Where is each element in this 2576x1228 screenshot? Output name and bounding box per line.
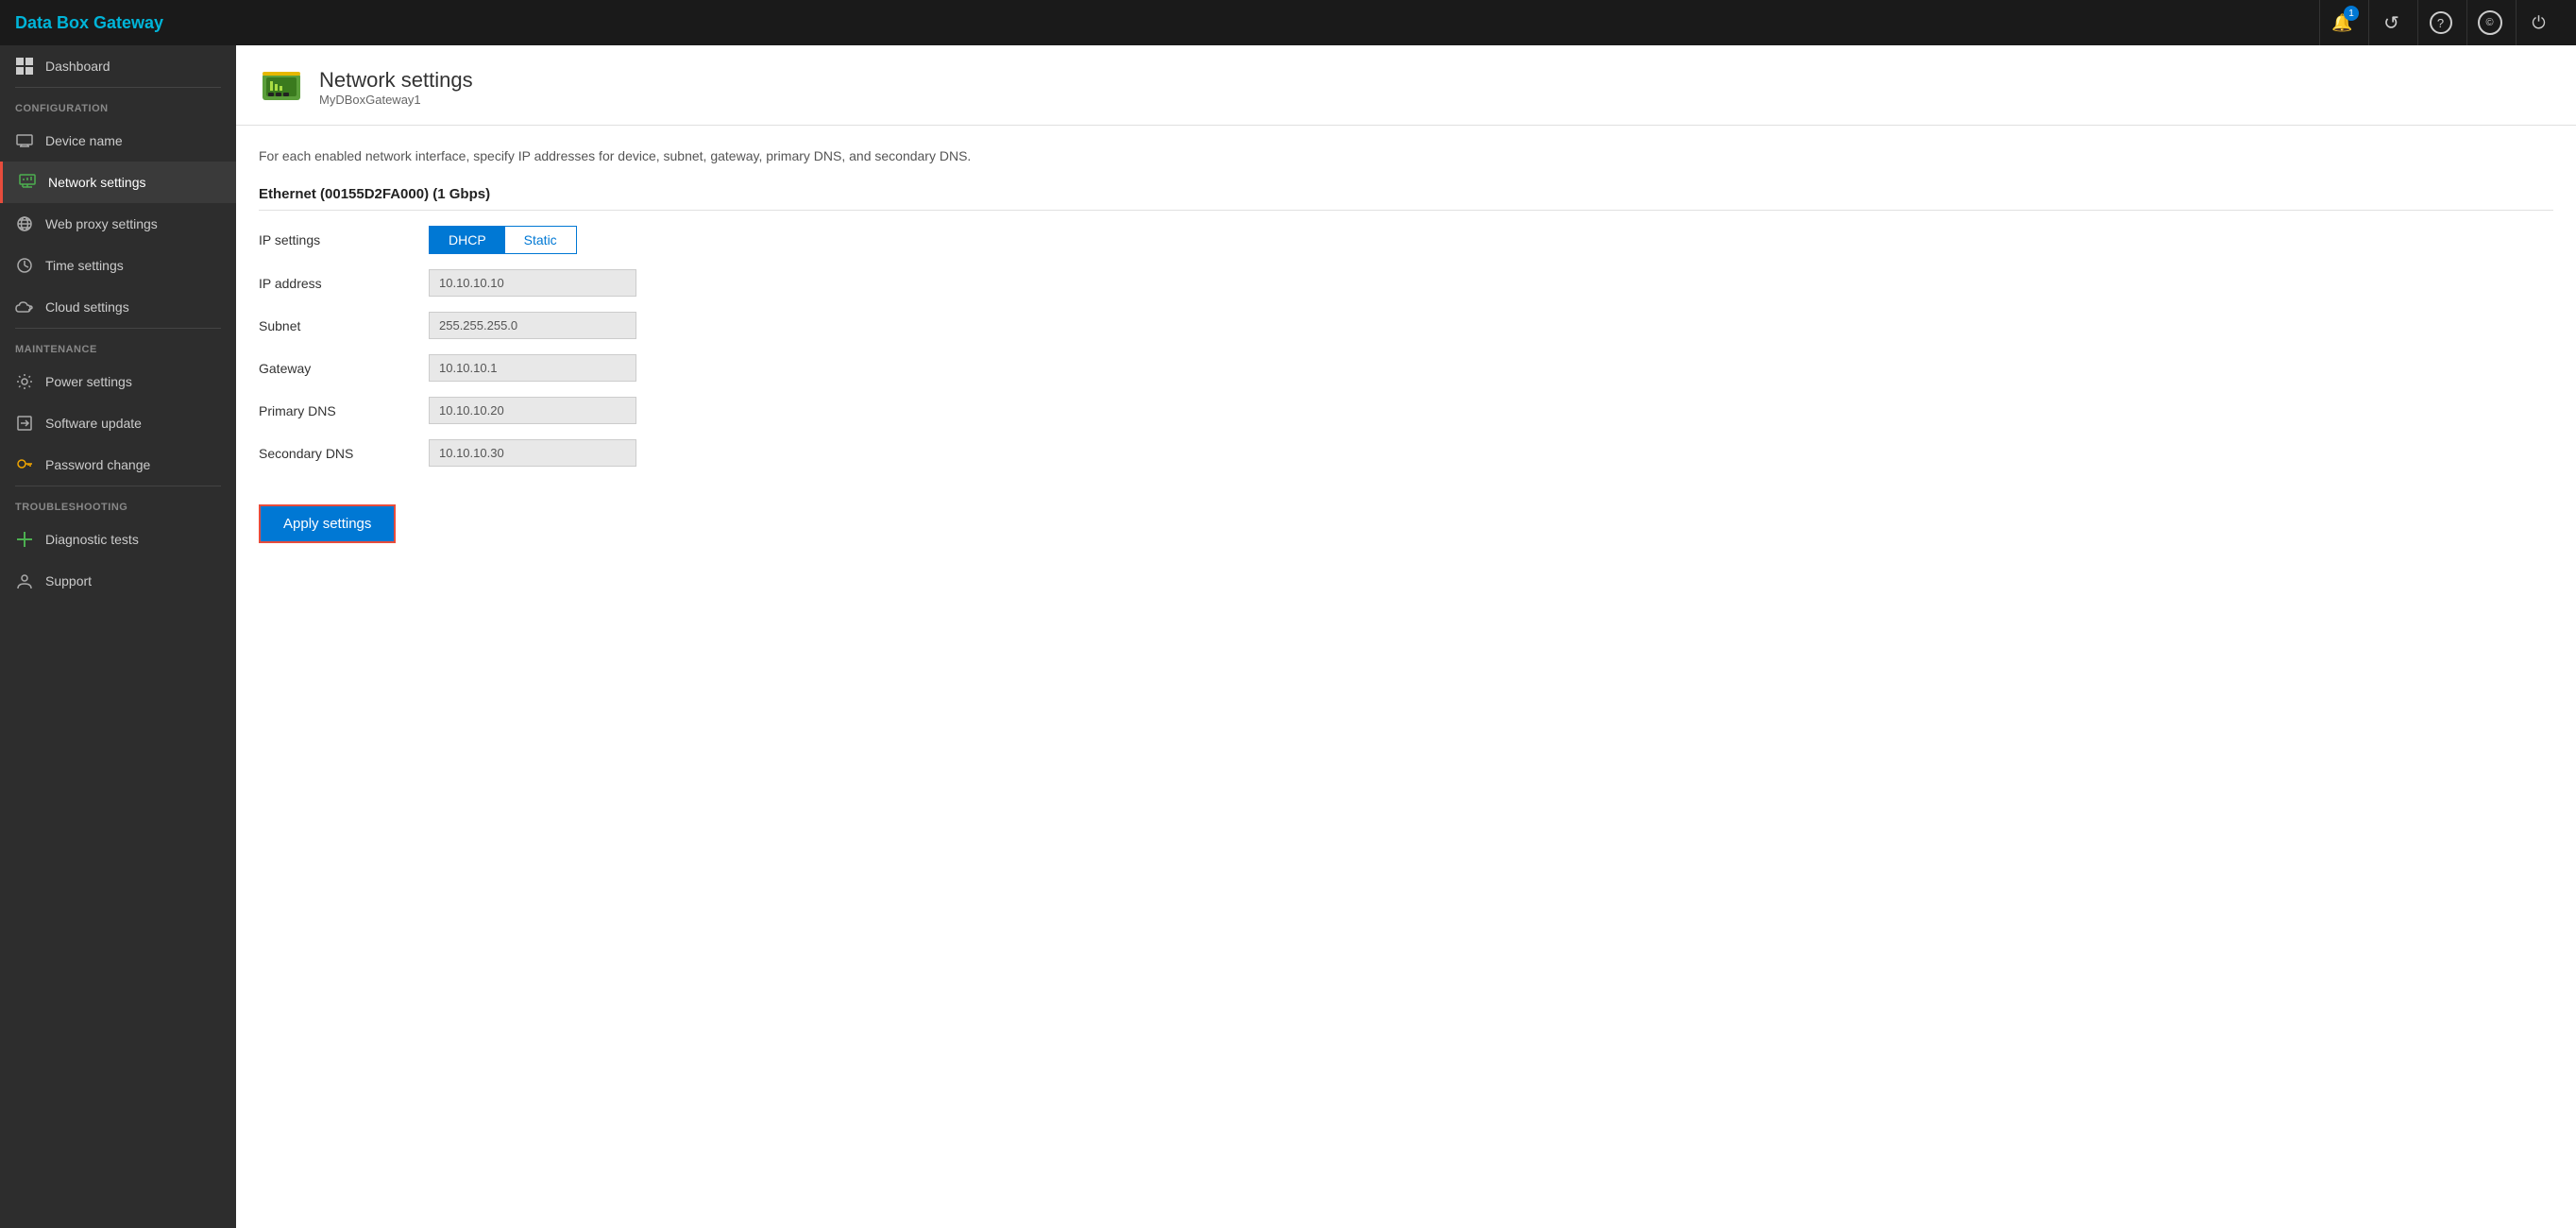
sidebar-item-diagnostic[interactable]: Diagnostic tests (0, 519, 236, 560)
primary-dns-row: Primary DNS (259, 397, 2553, 424)
info-button[interactable]: © (2466, 0, 2512, 45)
primary-dns-label: Primary DNS (259, 403, 429, 418)
key-icon (15, 455, 34, 474)
sidebar-item-power[interactable]: Power settings (0, 361, 236, 402)
gear-icon (15, 372, 34, 391)
ip-mode-toggle[interactable]: DHCP Static (429, 226, 577, 254)
sidebar: Dashboard CONFIGURATION Device name (0, 45, 236, 1228)
sidebar-item-password-label: Password change (45, 457, 150, 472)
secondary-dns-label: Secondary DNS (259, 446, 429, 461)
topbar: Data Box Gateway 🔔 1 ↺ ? © ⏻ (0, 0, 2576, 45)
gateway-row: Gateway (259, 354, 2553, 382)
globe-icon (15, 214, 34, 233)
notifications-button[interactable]: 🔔 1 (2319, 0, 2364, 45)
sidebar-item-cloud[interactable]: Cloud settings (0, 286, 236, 328)
page-title: Network settings (319, 68, 473, 93)
clock-icon (15, 256, 34, 275)
content-body: For each enabled network interface, spec… (236, 126, 2576, 566)
power-button[interactable]: ⏻ (2516, 0, 2561, 45)
gateway-input[interactable] (429, 354, 636, 382)
notification-badge: 1 (2344, 6, 2359, 21)
diagnostic-icon (15, 530, 34, 549)
subnet-input[interactable] (429, 312, 636, 339)
main-layout: Dashboard CONFIGURATION Device name (0, 45, 2576, 1228)
ip-settings-label: IP settings (259, 232, 429, 247)
topbar-icons: 🔔 1 ↺ ? © ⏻ (2319, 0, 2561, 45)
sidebar-item-software-update-label: Software update (45, 416, 142, 431)
help-icon: ? (2430, 11, 2452, 34)
sidebar-item-time-label: Time settings (45, 258, 124, 273)
ip-address-input[interactable] (429, 269, 636, 297)
subnet-row: Subnet (259, 312, 2553, 339)
power-icon: ⏻ (2532, 13, 2545, 33)
secondary-dns-input[interactable] (429, 439, 636, 467)
support-icon (15, 571, 34, 590)
update-icon (15, 414, 34, 433)
sidebar-item-device-name[interactable]: Device name (0, 120, 236, 162)
page-icon (259, 64, 304, 110)
help-button[interactable]: ? (2417, 0, 2463, 45)
page-subtitle: MyDBoxGateway1 (319, 93, 473, 107)
page-header: Network settings MyDBoxGateway1 (236, 45, 2576, 126)
sidebar-item-web-proxy-label: Web proxy settings (45, 216, 158, 231)
sidebar-item-dashboard[interactable]: Dashboard (0, 45, 236, 87)
app-title: Data Box Gateway (15, 13, 163, 33)
sidebar-item-support-label: Support (45, 573, 92, 588)
sidebar-item-diagnostic-label: Diagnostic tests (45, 532, 139, 547)
sidebar-item-power-label: Power settings (45, 374, 132, 389)
section-header-configuration: CONFIGURATION (0, 88, 236, 120)
refresh-icon: ↺ (2383, 11, 2399, 35)
cloud-icon (15, 298, 34, 316)
subnet-label: Subnet (259, 318, 429, 333)
ip-address-row: IP address (259, 269, 2553, 297)
ip-settings-row: IP settings DHCP Static (259, 226, 2553, 254)
sidebar-item-network-settings-label: Network settings (48, 175, 145, 190)
copyright-icon: © (2478, 10, 2502, 35)
device-icon (15, 131, 34, 150)
network-icon (18, 173, 37, 192)
secondary-dns-row: Secondary DNS (259, 439, 2553, 467)
dhcp-button[interactable]: DHCP (430, 227, 505, 253)
sidebar-item-cloud-label: Cloud settings (45, 299, 129, 315)
page-description: For each enabled network interface, spec… (259, 148, 2553, 163)
page-header-text: Network settings MyDBoxGateway1 (319, 68, 473, 107)
gateway-label: Gateway (259, 361, 429, 376)
sidebar-item-dashboard-label: Dashboard (45, 59, 110, 74)
grid-icon (15, 57, 34, 76)
sidebar-item-device-name-label: Device name (45, 133, 123, 148)
sidebar-item-software-update[interactable]: Software update (0, 402, 236, 444)
sidebar-item-time[interactable]: Time settings (0, 245, 236, 286)
ip-address-label: IP address (259, 276, 429, 291)
content-area: Network settings MyDBoxGateway1 For each… (236, 45, 2576, 1228)
sidebar-item-network-settings[interactable]: Network settings (0, 162, 236, 203)
sidebar-item-support[interactable]: Support (0, 560, 236, 602)
section-header-maintenance: MAINTENANCE (0, 329, 236, 361)
section-header-troubleshooting: TROUBLESHOOTING (0, 486, 236, 519)
static-button[interactable]: Static (505, 227, 576, 253)
ethernet-section-title: Ethernet (00155D2FA000) (1 Gbps) (259, 186, 2553, 211)
sidebar-item-password[interactable]: Password change (0, 444, 236, 486)
primary-dns-input[interactable] (429, 397, 636, 424)
apply-settings-button[interactable]: Apply settings (259, 504, 396, 543)
sidebar-item-web-proxy[interactable]: Web proxy settings (0, 203, 236, 245)
refresh-button[interactable]: ↺ (2368, 0, 2414, 45)
